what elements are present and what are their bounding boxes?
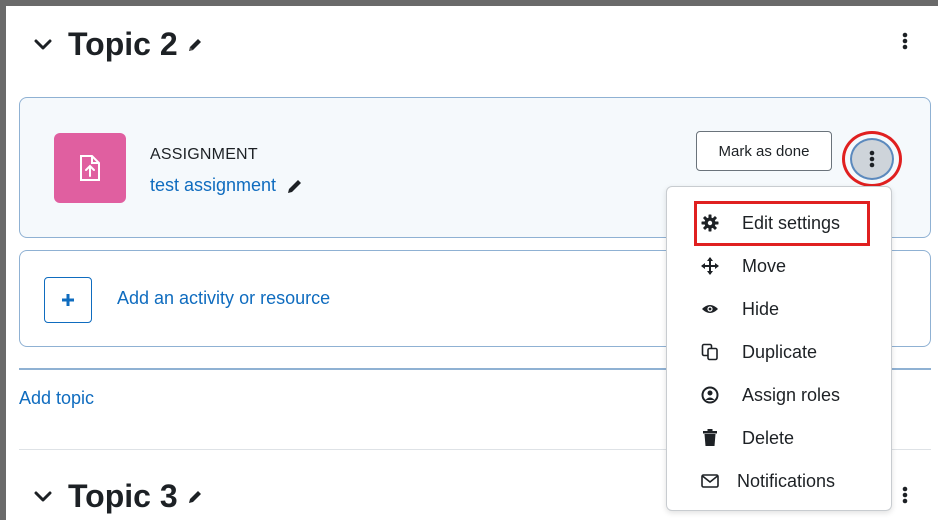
kebab-menu-icon[interactable] <box>850 138 894 180</box>
chevron-down-icon[interactable] <box>32 486 54 508</box>
menu-item-hide[interactable]: Hide <box>667 292 891 326</box>
menu-item-move[interactable]: Move <box>667 249 891 283</box>
activity-name[interactable]: test assignment <box>150 175 276 196</box>
section-title: Topic 3 <box>68 478 178 514</box>
move-arrows-icon <box>699 255 721 277</box>
user-circle-icon <box>699 384 721 406</box>
edit-name-pencil-icon[interactable] <box>286 177 304 195</box>
window-frame-left <box>0 0 6 520</box>
activity-name-link[interactable]: test assignment <box>150 175 304 196</box>
section-title: Topic 2 <box>68 26 178 62</box>
gear-icon <box>699 212 721 234</box>
trash-icon <box>699 427 721 449</box>
menu-item-assign-roles[interactable]: Assign roles <box>667 378 891 412</box>
menu-item-duplicate[interactable]: Duplicate <box>667 335 891 369</box>
activity-actions-button[interactable] <box>842 131 902 187</box>
menu-item-label: Edit settings <box>742 212 841 233</box>
edit-title-pencil-icon[interactable] <box>186 486 208 508</box>
menu-item-label: Move <box>742 255 787 276</box>
menu-item-delete[interactable]: Delete <box>667 421 891 455</box>
add-topic-link[interactable]: Add topic <box>19 388 94 409</box>
activity-actions-menu: Edit settings Move Hide Duplicate Assign… <box>666 186 892 511</box>
chevron-down-icon[interactable] <box>32 34 54 56</box>
eye-icon <box>699 298 721 320</box>
assignment-file-upload-icon <box>54 133 126 203</box>
menu-item-label: Delete <box>742 427 795 448</box>
duplicate-icon <box>699 341 721 363</box>
section-menu-icon[interactable] <box>900 30 910 52</box>
menu-item-label: Hide <box>742 298 780 319</box>
menu-item-label: Assign roles <box>742 384 841 405</box>
section-menu-icon[interactable] <box>900 484 910 506</box>
menu-item-label: Notifications <box>737 470 836 491</box>
envelope-icon <box>699 470 721 492</box>
edit-title-pencil-icon[interactable] <box>186 34 208 56</box>
add-activity-link[interactable]: Add an activity or resource <box>117 288 330 309</box>
section-header-topic-2: Topic 2 <box>32 26 208 63</box>
menu-item-edit-settings[interactable]: Edit settings <box>667 206 891 240</box>
section-header-topic-3: Topic 3 <box>32 478 208 515</box>
activity-type-label: ASSIGNMENT <box>150 146 258 163</box>
menu-item-label: Duplicate <box>742 341 818 362</box>
window-frame-top <box>0 0 938 6</box>
mark-as-done-button[interactable]: Mark as done <box>696 131 832 171</box>
menu-item-notifications[interactable]: Notifications <box>667 464 891 498</box>
plus-icon[interactable] <box>44 277 92 323</box>
